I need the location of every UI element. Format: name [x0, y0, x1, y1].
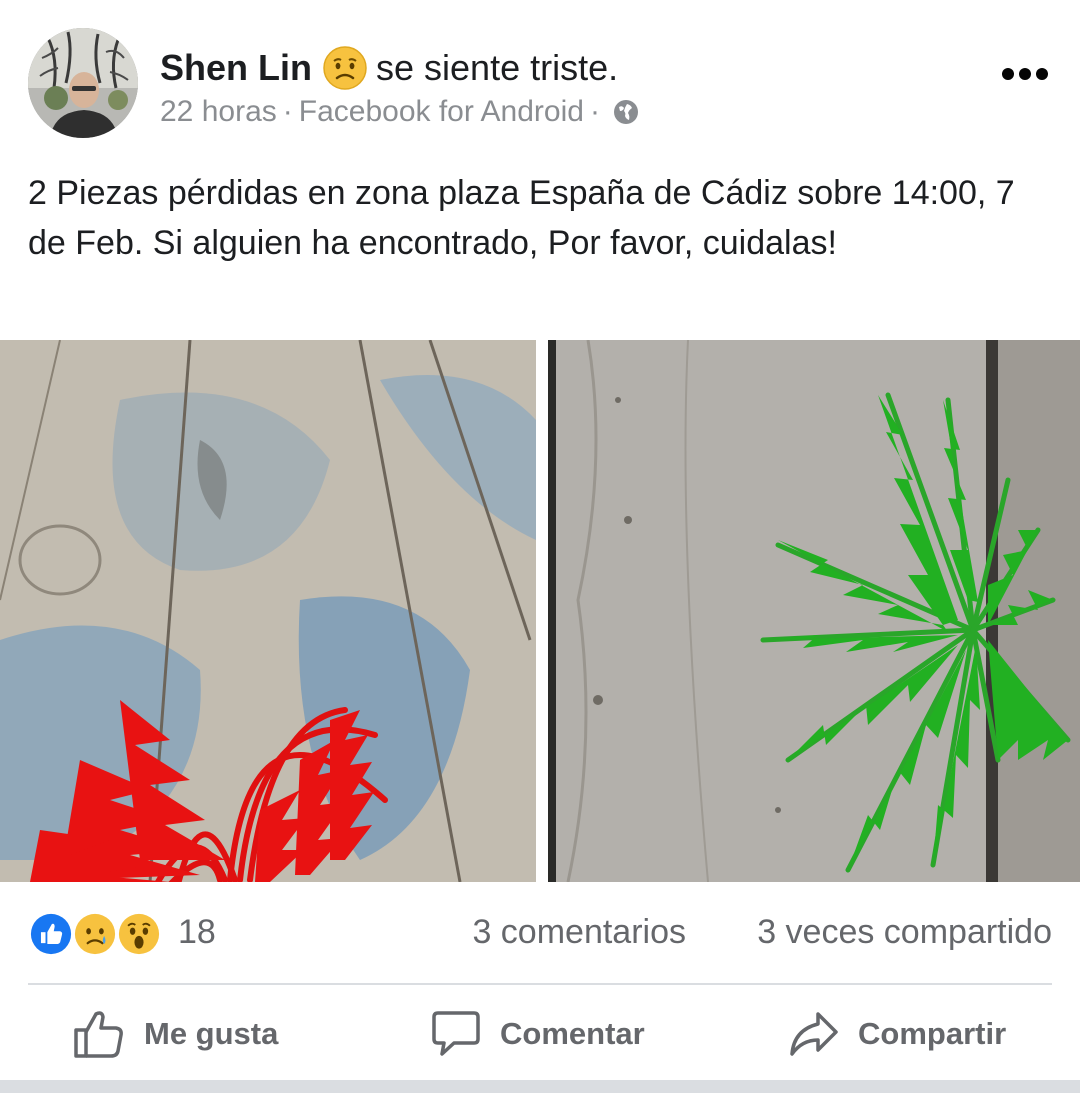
post-meta: 22 horas · Facebook for Android ·: [160, 92, 640, 132]
like-label: Me gusta: [144, 1016, 279, 1051]
meta-separator: ·: [282, 95, 293, 128]
sad-face-emoji-icon: [322, 45, 368, 91]
photo-red-plant-piece[interactable]: [0, 340, 536, 882]
more-options-button[interactable]: [990, 52, 1060, 96]
divider: [28, 983, 1052, 985]
reaction-icons: [28, 911, 168, 957]
reaction-count: 18: [178, 913, 216, 951]
more-dots-icon: [1002, 68, 1048, 80]
share-button[interactable]: Compartir: [788, 1004, 1006, 1064]
reactions-summary[interactable]: 18 3 comentarios 3 veces compartido: [28, 905, 1052, 961]
comment-button[interactable]: Comentar: [430, 1004, 645, 1064]
post-time[interactable]: 22 horas: [160, 95, 277, 129]
comments-count-link[interactable]: 3 comentarios: [472, 913, 686, 952]
like-button[interactable]: Me gusta: [72, 1004, 278, 1064]
meta-separator: ·: [589, 95, 600, 128]
post-source: Facebook for Android: [298, 95, 584, 128]
share-label: Compartir: [858, 1016, 1007, 1051]
feed-separator: [0, 1080, 1080, 1093]
feeling-text: se siente triste.: [376, 47, 619, 88]
post-header: Shen Lin se siente triste.: [160, 40, 618, 96]
author-avatar[interactable]: [28, 28, 138, 138]
thumbs-up-icon: [72, 1008, 126, 1060]
author-name[interactable]: Shen Lin: [160, 47, 312, 89]
share-arrow-icon: [788, 1010, 840, 1058]
globe-icon[interactable]: [612, 98, 640, 126]
facebook-post: Shen Lin se siente triste. 22 horas · Fa…: [0, 0, 1080, 1080]
post-text: 2 Piezas pérdidas en zona plaza España d…: [28, 174, 1015, 262]
wow-reaction-icon: [116, 911, 162, 957]
like-reaction-icon: [28, 911, 74, 957]
comment-bubble-icon: [430, 1009, 482, 1059]
photo-grid: [0, 340, 1080, 882]
comment-label: Comentar: [500, 1016, 645, 1051]
photo-green-plant-piece[interactable]: [548, 340, 1080, 882]
sad-reaction-icon: [72, 911, 118, 957]
shares-count-link[interactable]: 3 veces compartido: [757, 913, 1052, 952]
